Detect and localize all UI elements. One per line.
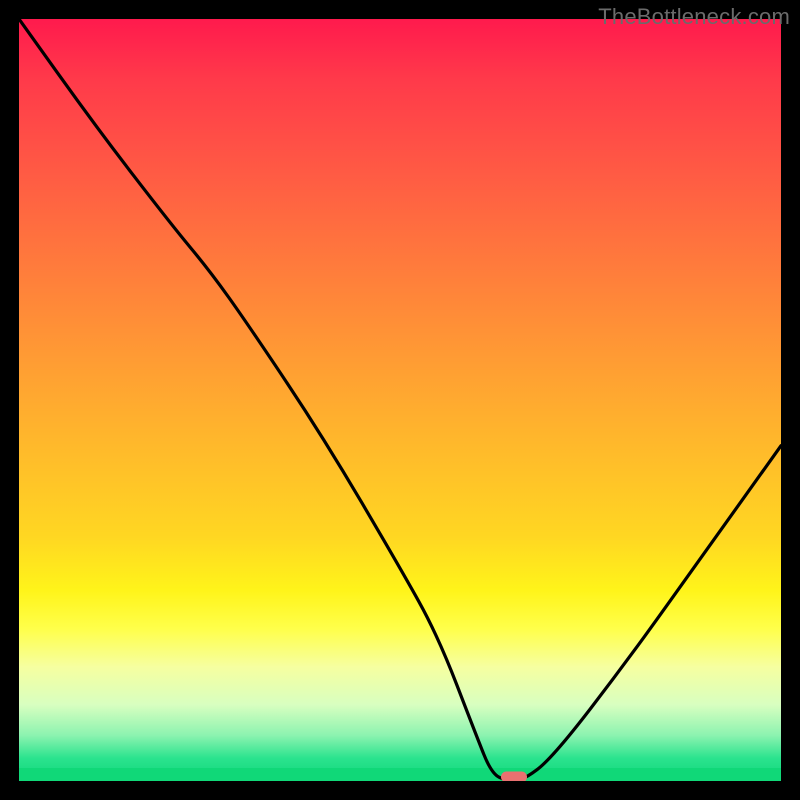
optimum-marker bbox=[501, 772, 527, 782]
plot-area bbox=[19, 19, 781, 781]
bottleneck-curve bbox=[19, 19, 781, 781]
chart-frame: TheBottleneck.com bbox=[0, 0, 800, 800]
watermark-text: TheBottleneck.com bbox=[598, 4, 790, 30]
